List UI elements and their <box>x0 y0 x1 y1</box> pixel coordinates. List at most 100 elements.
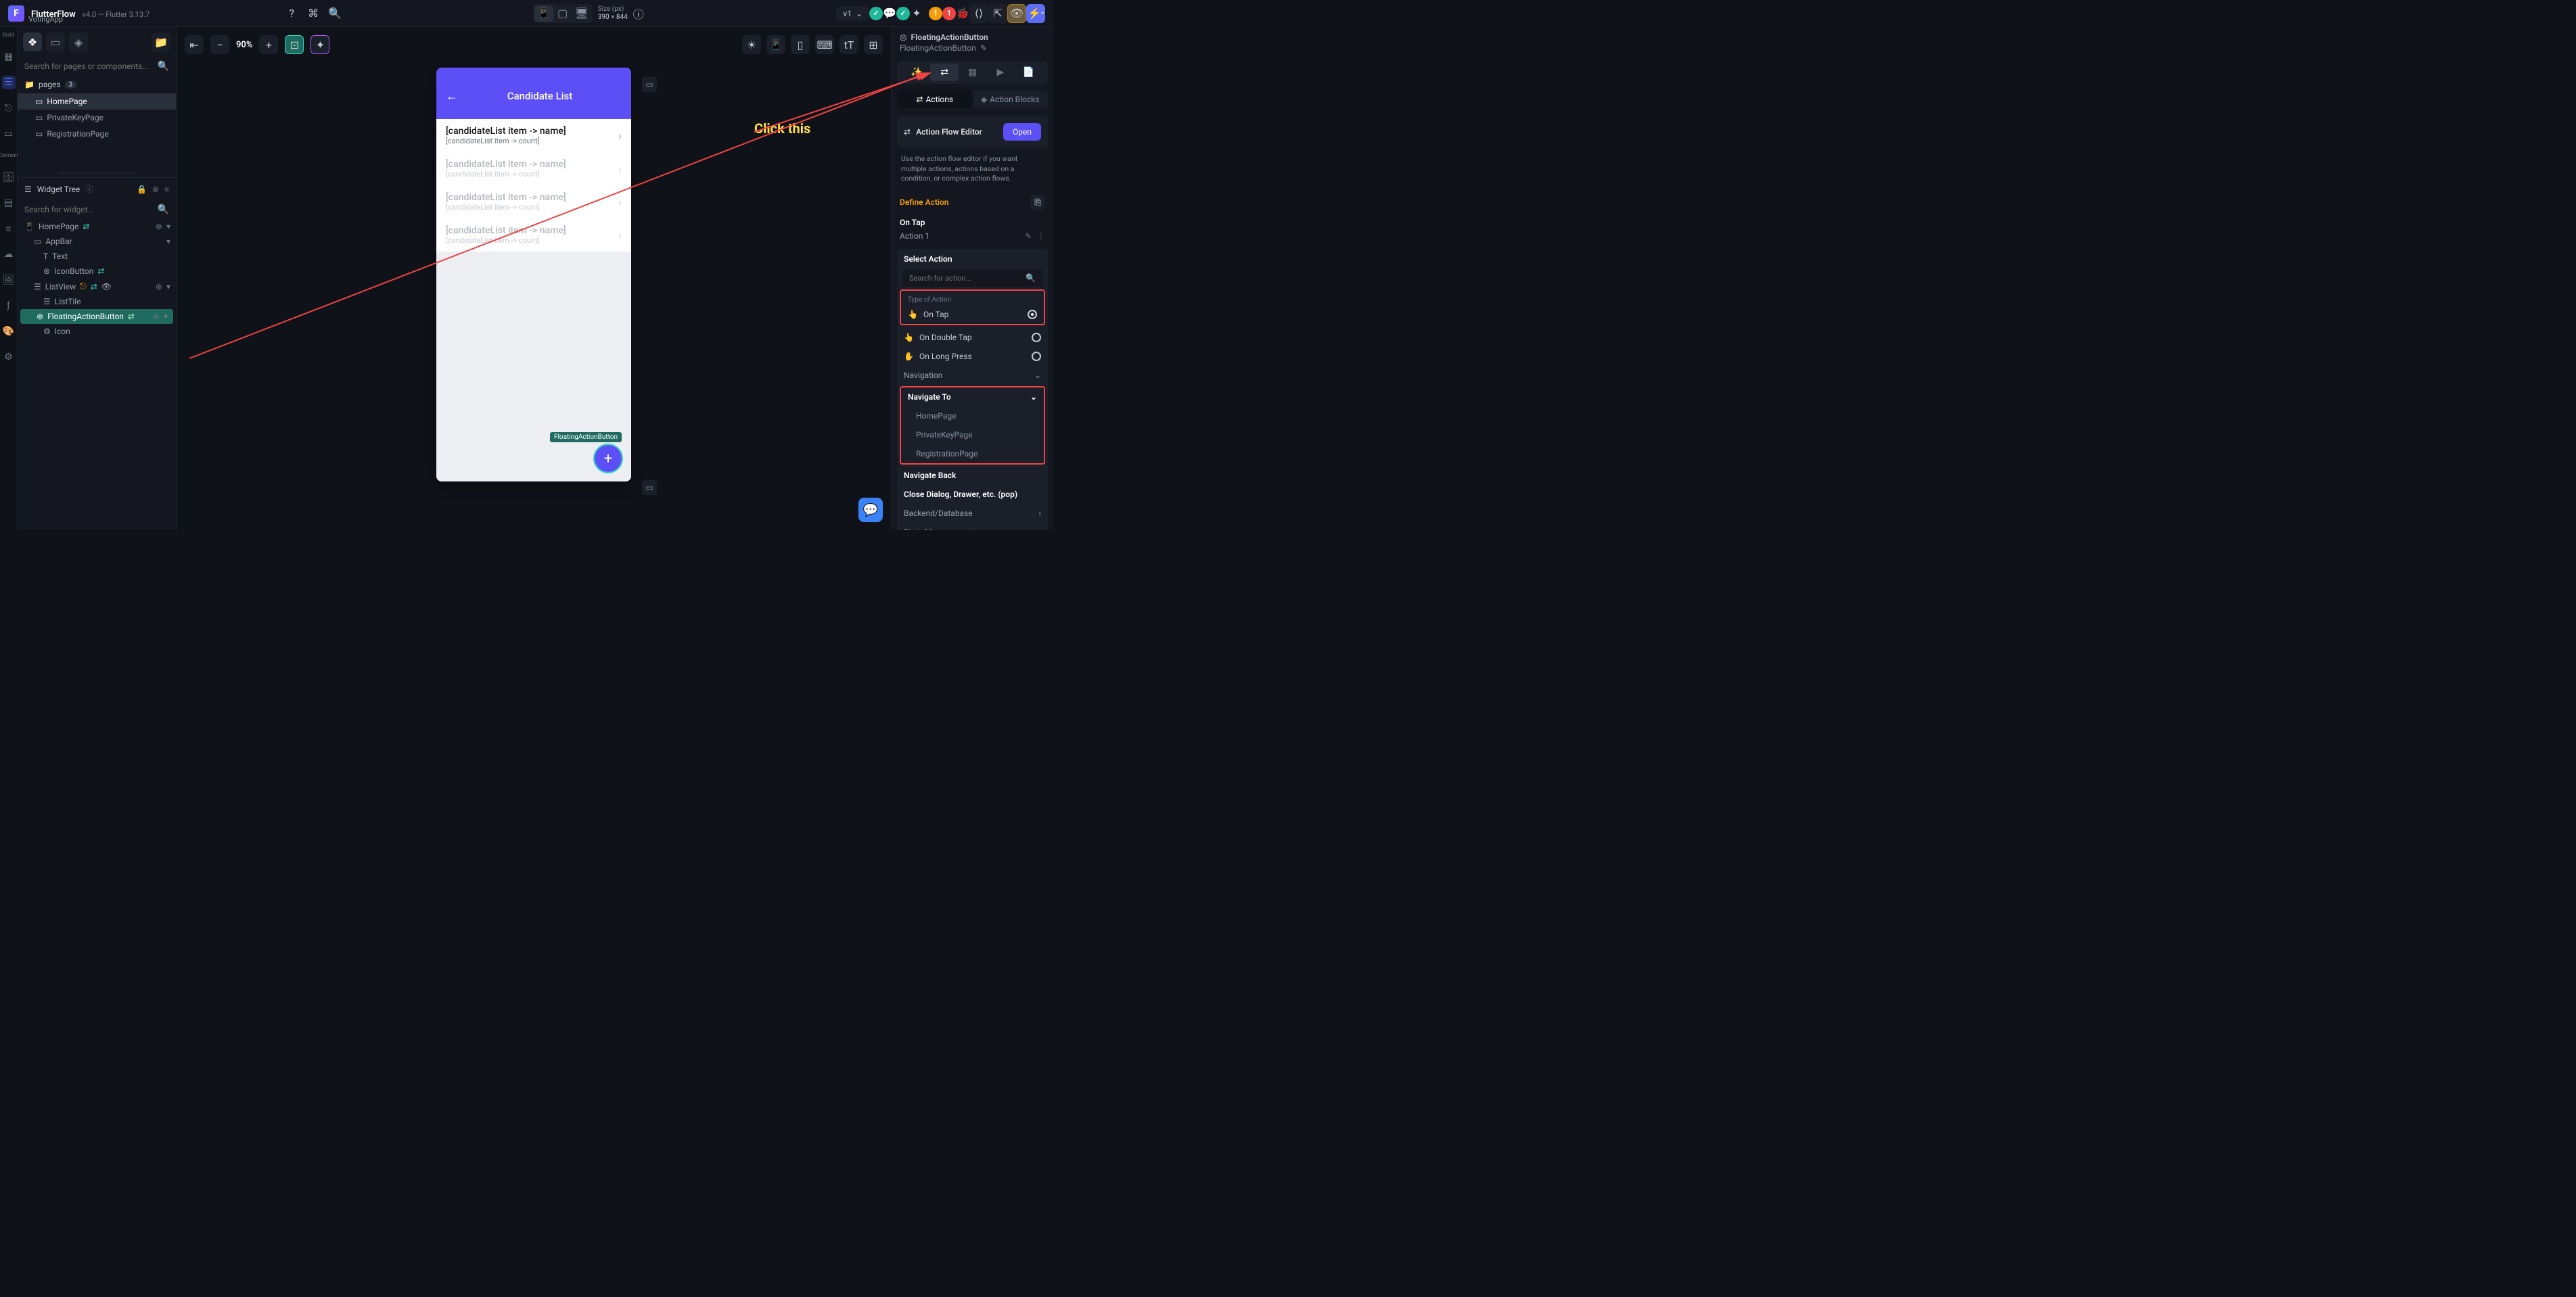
option-on-tap[interactable]: 👆On Tap <box>901 305 1044 324</box>
add-icon[interactable]: ⊕ <box>152 185 159 194</box>
canvas-ai-icon[interactable]: ✦ <box>310 35 329 54</box>
canvas-chip-2[interactable]: ▭ <box>642 480 657 495</box>
tree-icon[interactable]: ⚙Icon <box>18 324 176 339</box>
brightness-icon[interactable]: ☀ <box>742 35 761 54</box>
more-icon[interactable]: ▾ <box>166 222 170 231</box>
tree-listview[interactable]: ☰ListView⎋⇄👁⊕▾ <box>18 279 176 294</box>
keyboard-icon[interactable]: ⌨ <box>815 35 834 54</box>
panel-resize-handle[interactable] <box>58 172 135 174</box>
floating-action-button[interactable]: + <box>595 445 622 472</box>
subtab-actions[interactable]: ⇄Actions <box>897 91 973 108</box>
tab-backend[interactable]: ▦ <box>959 64 986 81</box>
zoom-in-icon[interactable]: + <box>259 35 278 54</box>
lp-tab-pages[interactable]: ▭ <box>46 32 65 51</box>
rail-settings-icon[interactable]: ⚙ <box>2 350 16 364</box>
multi-device-icon[interactable]: ⊞ <box>864 35 883 54</box>
page-search-input[interactable] <box>24 62 158 71</box>
rail-storyboard-icon[interactable]: ▭ <box>2 127 16 141</box>
tab-actions[interactable]: ⇄ <box>930 64 958 81</box>
device-tablet-tab[interactable]: ▢ <box>553 5 572 22</box>
subtab-blocks[interactable]: ◈Action Blocks <box>973 91 1049 108</box>
command-icon[interactable]: ⌘ <box>306 7 320 20</box>
tab-animations[interactable]: ▶ <box>986 64 1014 81</box>
nav-privatekey[interactable]: PrivateKeyPage <box>901 425 1044 444</box>
list-item[interactable]: [candidateList item -> name][candidateLi… <box>436 218 631 252</box>
tree-iconbutton[interactable]: ⊛IconButton⇄ <box>18 264 176 279</box>
rail-functions-icon[interactable]: ƒ <box>2 299 16 312</box>
sparkle-icon[interactable]: ✦ <box>910 7 923 20</box>
page-item-registration[interactable]: ▭RegistrationPage <box>18 126 176 142</box>
cat-navigate-to[interactable]: Navigate To⌄ <box>901 387 1044 406</box>
cat-navigate-back[interactable]: Navigate Back <box>897 466 1048 485</box>
lp-tab-layers[interactable]: ❖ <box>23 32 42 51</box>
canvas-chip-1[interactable]: ▭ <box>642 77 657 92</box>
rail-tree-icon[interactable]: ⎋ <box>2 101 16 115</box>
rail-widgets-icon[interactable]: ▦ <box>2 50 16 64</box>
rail-theme-icon[interactable]: 🎨 <box>2 325 16 338</box>
warnings-badge[interactable]: 1 <box>929 7 942 20</box>
list-item[interactable]: [candidateList item -> name][candidateLi… <box>436 152 631 185</box>
tab-style[interactable]: ✨ <box>902 64 930 81</box>
action-search[interactable]: 🔍 <box>902 269 1042 287</box>
info-icon[interactable]: ⓘ <box>632 7 645 20</box>
tree-listtile[interactable]: ☰ListTile <box>18 294 176 309</box>
open-flow-editor-button[interactable]: Open <box>1003 123 1041 141</box>
cat-close-dialog[interactable]: Close Dialog, Drawer, etc. (pop) <box>897 485 1048 504</box>
nav-homepage[interactable]: HomePage <box>901 406 1044 425</box>
tree-appbar[interactable]: ▭AppBar▾ <box>18 234 176 249</box>
device-desktop-tab[interactable]: 🖥 <box>572 5 591 22</box>
add-widget-icon[interactable]: ⊕ <box>156 222 162 231</box>
run-icon[interactable]: ⚡▾ <box>1026 4 1045 23</box>
sort-icon[interactable]: ≡ <box>164 185 169 194</box>
cat-navigation[interactable]: Navigation⌄ <box>897 366 1048 385</box>
tab-docs[interactable]: 📄 <box>1015 64 1042 81</box>
tree-fab[interactable]: ⊕FloatingActionButton⇄⊕▾ <box>20 309 173 324</box>
list-item[interactable]: [candidateList item -> name][candidateLi… <box>436 185 631 218</box>
errors-badge[interactable]: 1 <box>942 7 956 20</box>
text-scale-icon[interactable]: tT <box>840 35 858 54</box>
widget-search[interactable]: 🔍 <box>18 200 176 219</box>
rail-datatypes-icon[interactable]: ▤ <box>2 196 16 210</box>
edit-action-icon[interactable]: ✎ <box>1025 231 1032 241</box>
pages-folder[interactable]: 📁 pages 3 <box>18 76 176 93</box>
collapse-panel-icon[interactable]: ⇤ <box>185 35 204 54</box>
option-on-double-tap[interactable]: 👆On Double Tap <box>897 328 1048 347</box>
widget-search-input[interactable] <box>24 205 158 214</box>
version-pill[interactable]: v1 ⌄ <box>836 6 869 21</box>
tree-text[interactable]: TText <box>18 249 176 264</box>
page-item-privatekey[interactable]: ▭PrivateKeyPage <box>18 110 176 126</box>
open-external-icon[interactable]: ⇱ <box>988 4 1007 23</box>
page-search[interactable]: 🔍 <box>18 57 176 76</box>
canvas-select-icon[interactable]: ⊡ <box>285 35 304 54</box>
zoom-out-icon[interactable]: − <box>210 35 229 54</box>
action-search-input[interactable] <box>909 274 1026 283</box>
rail-media-icon[interactable]: 🖼 <box>2 273 16 287</box>
cat-state[interactable]: State Management <box>897 523 1048 530</box>
back-icon[interactable]: ← <box>446 89 458 103</box>
rail-pages-icon[interactable]: ☰ <box>2 76 16 89</box>
edit-icon[interactable]: ✎ <box>980 43 987 53</box>
lp-new-folder[interactable]: 📁 <box>152 32 170 51</box>
copy-icon[interactable]: ⎘ <box>1030 195 1045 210</box>
search-icon[interactable]: 🔍 <box>328 7 342 20</box>
rail-appstate-icon[interactable]: ≡ <box>2 222 16 235</box>
help-icon[interactable]: ? <box>285 7 298 20</box>
intercom-chat-icon[interactable]: 💬 <box>858 498 883 522</box>
orientation-icon[interactable]: ▯ <box>791 35 810 54</box>
page-item-homepage[interactable]: ▭HomePage <box>18 93 176 110</box>
rail-api-icon[interactable]: ☁ <box>2 247 16 261</box>
device-icon[interactable]: 📱 <box>766 35 785 54</box>
list-item[interactable]: [candidateList item -> name][candidateLi… <box>436 119 631 152</box>
canvas[interactable]: ⇤ − 90% + ⊡ ✦ ☀ 📱 ▯ ⌨ tT ⊞ ← Candidate L… <box>177 27 891 530</box>
cat-backend[interactable]: Backend/Database› <box>897 504 1048 523</box>
bug-icon[interactable]: 🐞 <box>956 7 969 20</box>
comment-icon[interactable]: 💬 <box>883 7 896 20</box>
tree-homepage[interactable]: 📱HomePage⇄ ⊕▾ <box>18 219 176 234</box>
info-icon[interactable]: ⓘ <box>85 183 93 195</box>
rail-database-icon[interactable]: 🗄 <box>2 170 16 184</box>
code-icon[interactable]: ⟨⟩ <box>969 4 988 23</box>
nav-registration[interactable]: RegistrationPage <box>901 444 1044 463</box>
lock-icon[interactable]: 🔒 <box>137 185 147 194</box>
lp-tab-components[interactable]: ◈ <box>69 32 88 51</box>
option-on-long-press[interactable]: ✋On Long Press <box>897 347 1048 366</box>
